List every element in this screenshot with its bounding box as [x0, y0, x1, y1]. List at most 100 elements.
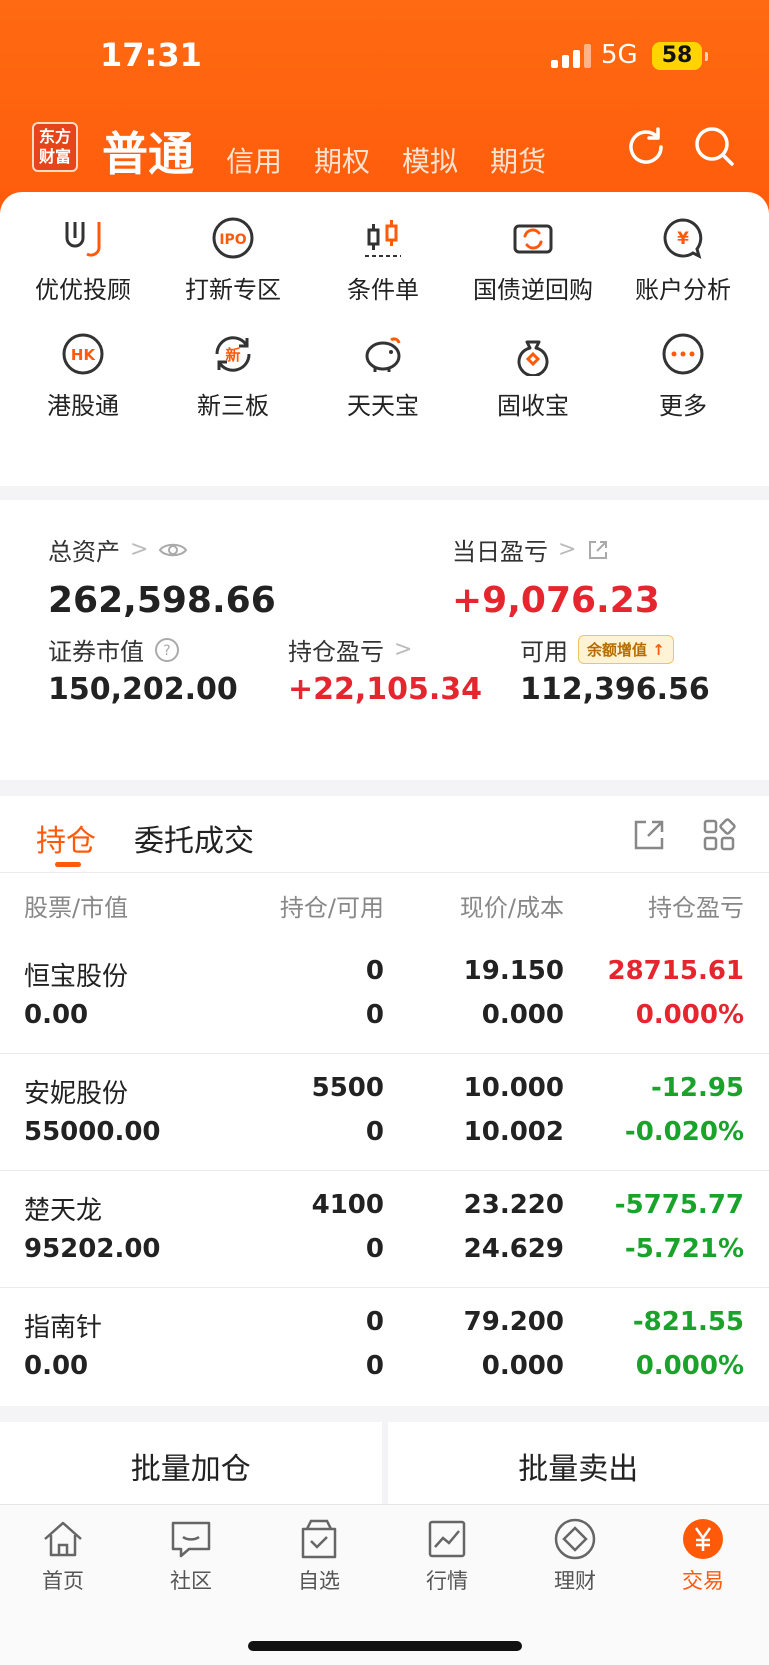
position-qty: 5500	[311, 1073, 384, 1103]
tab-normal[interactable]: 普通	[102, 118, 194, 184]
share-icon[interactable]	[632, 818, 666, 852]
watchlist-icon	[301, 1519, 337, 1559]
money-bag-icon	[517, 340, 549, 376]
quick-item-label: 账户分析	[635, 276, 731, 304]
tab-orders[interactable]: 委托成交	[134, 816, 254, 860]
position-qty: 4100	[311, 1190, 384, 1220]
total-assets-label[interactable]: 总资产 >	[48, 532, 188, 567]
daily-pl-text: 当日盈亏	[452, 538, 548, 566]
position-pl-pct: -0.020%	[624, 1117, 744, 1147]
hk-icon-text: HK	[71, 346, 97, 364]
tab-simulated[interactable]: 模拟	[402, 140, 458, 184]
col-pl: 持仓盈亏	[648, 894, 744, 922]
quick-item-tiantianbao[interactable]: 天天宝	[308, 332, 458, 421]
trade-icon	[683, 1519, 723, 1559]
advisor-icon	[65, 222, 101, 257]
quick-item-gushoubao[interactable]: 固收宝	[458, 332, 608, 421]
market-value: 150,202.00	[48, 672, 238, 707]
search-icon[interactable]	[692, 124, 738, 170]
available-qty: 0	[365, 1351, 384, 1381]
hk-icon: HK	[62, 333, 104, 375]
position-pl: -12.95	[650, 1073, 744, 1103]
quick-item-label: 固收宝	[497, 392, 569, 420]
help-icon[interactable]: ?	[154, 637, 180, 663]
svg-text:?: ?	[163, 643, 170, 659]
market-value-text: 证券市值	[48, 638, 144, 666]
stock-market-value: 55000.00	[24, 1117, 161, 1147]
yen-chat-icon: ¥	[663, 218, 703, 259]
home-icon	[44, 1521, 82, 1557]
position-qty: 0	[365, 1307, 384, 1337]
position-pl-label[interactable]: 持仓盈亏 >	[288, 632, 412, 667]
col-stock: 股票/市值	[24, 894, 129, 922]
eye-icon[interactable]	[158, 540, 188, 560]
nav-label: 理财	[554, 1569, 596, 1593]
cost-price: 24.629	[463, 1234, 564, 1264]
holdings-panel: 持仓 委托成交 股票/市值 持仓/可用 现价/成本 持仓盈亏 恒宝股份 0.00…	[0, 796, 769, 1406]
home-indicator[interactable]	[248, 1641, 522, 1651]
community-icon	[171, 1521, 211, 1558]
quick-item-reverse-repo[interactable]: 国债逆回购	[458, 216, 608, 305]
wealth-icon	[554, 1518, 596, 1560]
cost-price: 0.000	[481, 1351, 564, 1381]
tab-futures[interactable]: 期货	[490, 140, 546, 184]
total-assets-value: 262,598.66	[48, 580, 276, 621]
quick-item-label: 国债逆回购	[473, 276, 593, 304]
quick-item-label: 天天宝	[347, 392, 419, 420]
yen-icon-text: ¥	[677, 229, 689, 249]
nav-watchlist[interactable]: 自选	[269, 1517, 369, 1595]
cost-price: 0.000	[481, 1000, 564, 1030]
nav-label: 交易	[682, 1569, 724, 1593]
account-type-tabs: 普通 信用 期权 模拟 期货	[102, 118, 578, 184]
quick-item-ipo[interactable]: IPO 打新专区	[158, 216, 308, 305]
stock-name: 恒宝股份	[24, 962, 129, 992]
position-pl: -821.55	[632, 1307, 744, 1337]
nav-home[interactable]: 首页	[13, 1517, 113, 1595]
cost-price: 10.002	[463, 1117, 564, 1147]
tab-options[interactable]: 期权	[314, 140, 370, 184]
position-pl: 28715.61	[607, 956, 744, 986]
repo-icon	[513, 224, 553, 254]
refresh-icon[interactable]	[623, 124, 669, 170]
stock-name: 指南针	[24, 1313, 103, 1343]
chevron-right-icon: >	[394, 637, 413, 662]
battery-icon: 58	[652, 42, 708, 70]
available-qty: 0	[365, 1117, 384, 1147]
divider	[0, 1053, 769, 1054]
tab-credit[interactable]: 信用	[226, 140, 282, 184]
grid-layout-icon[interactable]	[702, 818, 736, 852]
tab-positions[interactable]: 持仓	[36, 816, 96, 860]
quick-item-more[interactable]: 更多	[608, 332, 758, 421]
share-icon[interactable]	[586, 538, 610, 562]
balance-boost-badge[interactable]: 余额增值 ↑	[578, 635, 674, 664]
col-price: 现价/成本	[459, 894, 564, 922]
current-price: 10.000	[463, 1073, 564, 1103]
nav-community[interactable]: 社区	[141, 1517, 241, 1595]
piggy-bank-icon	[365, 337, 401, 372]
position-pl-pct: 0.000%	[635, 1000, 744, 1030]
current-price: 79.200	[463, 1307, 564, 1337]
position-pl-text: 持仓盈亏	[288, 638, 384, 666]
available-qty: 0	[365, 1000, 384, 1030]
stock-name: 安妮股份	[24, 1079, 129, 1109]
quick-item-account-analysis[interactable]: ¥ 账户分析	[608, 216, 758, 305]
nav-wealth[interactable]: 理财	[525, 1517, 625, 1595]
quick-item-advisor[interactable]: 优优投顾	[8, 216, 158, 305]
market-value-label[interactable]: 证券市值 ?	[48, 632, 180, 667]
quick-item-new-third-board[interactable]: 新 新三板	[158, 332, 308, 421]
position-pl: -5775.77	[614, 1190, 744, 1220]
col-position: 持仓/可用	[279, 894, 384, 922]
nav-market[interactable]: 行情	[397, 1517, 497, 1595]
balance-boost-text: 余额增值	[587, 641, 648, 659]
current-price: 19.150	[463, 956, 564, 986]
nav-trade[interactable]: 交易	[653, 1517, 753, 1595]
quick-item-hk-connect[interactable]: HK 港股通	[8, 332, 158, 421]
batch-add-button[interactable]: 批量加仓	[0, 1422, 382, 1504]
batch-actions: 批量加仓 批量卖出	[0, 1422, 769, 1504]
nav-label: 自选	[298, 1569, 340, 1593]
quick-item-conditional-order[interactable]: 条件单	[308, 216, 458, 305]
nav-label: 行情	[426, 1569, 468, 1593]
quick-menu: 优优投顾 IPO 打新专区 条件单 国债逆回购 ¥ 账户分析 HK 港股通 新 …	[0, 192, 769, 486]
daily-pl-label[interactable]: 当日盈亏 >	[452, 532, 610, 567]
batch-sell-button[interactable]: 批量卖出	[387, 1422, 769, 1504]
